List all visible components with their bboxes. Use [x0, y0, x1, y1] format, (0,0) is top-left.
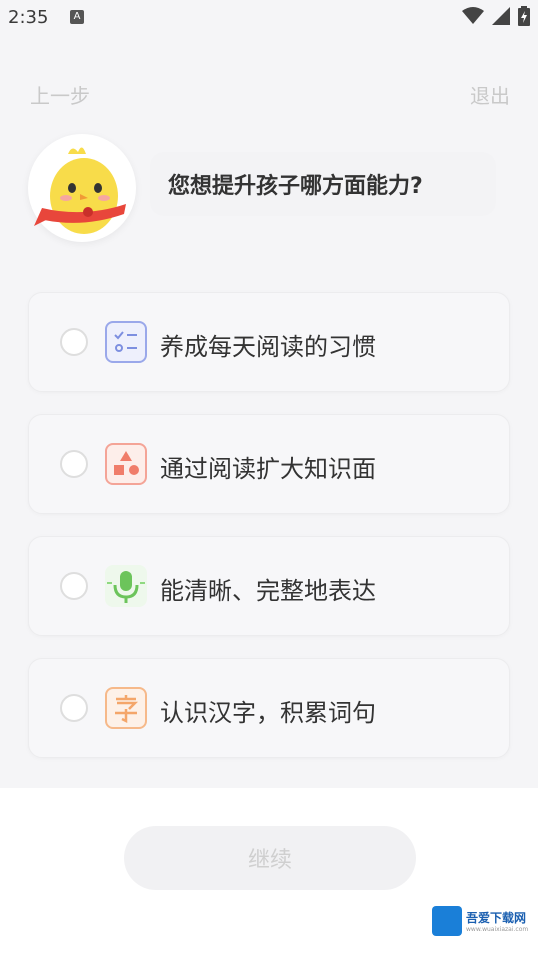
option-label: 通过阅读扩大知识面 [160, 455, 376, 483]
options-list: 养成每天阅读的习惯 通过阅读扩大知识面 能清晰、完整地表达 认识汉字，积累词句 [28, 292, 510, 780]
option-reading-habit[interactable]: 养成每天阅读的习惯 [28, 292, 510, 392]
wifi-icon [462, 7, 484, 24]
option-label: 能清晰、完整地表达 [160, 577, 376, 605]
notification-icon: A [70, 10, 84, 24]
watermark: 吾爱下载网 www.wuaixiazai.com [432, 906, 528, 936]
question-text: 您想提升孩子哪方面能力? [168, 174, 423, 199]
option-label: 养成每天阅读的习惯 [160, 333, 376, 361]
chick-mascot-icon [34, 147, 126, 234]
radio-button[interactable] [60, 328, 88, 356]
radio-button[interactable] [60, 450, 88, 478]
microphone-icon [105, 565, 147, 607]
option-characters[interactable]: 认识汉字，积累词句 [28, 658, 510, 758]
radio-button[interactable] [60, 694, 88, 722]
option-knowledge[interactable]: 通过阅读扩大知识面 [28, 414, 510, 514]
character-icon [105, 687, 147, 729]
back-button[interactable]: 上一步 [30, 80, 90, 109]
status-time: 2:35 [8, 7, 49, 28]
shapes-icon [105, 443, 147, 485]
signal-icon [492, 7, 510, 25]
status-bar: 2:35 A [0, 0, 538, 36]
checklist-icon [105, 321, 147, 363]
mascot-avatar [28, 134, 136, 242]
radio-button[interactable] [60, 572, 88, 600]
battery-icon [518, 6, 530, 26]
status-indicators [462, 6, 530, 26]
continue-button[interactable]: 继续 [124, 826, 416, 890]
watermark-text: 吾爱下载网 [466, 911, 527, 925]
option-expression[interactable]: 能清晰、完整地表达 [28, 536, 510, 636]
watermark-logo-icon [432, 906, 462, 936]
exit-button[interactable]: 退出 [470, 80, 510, 109]
watermark-subtext: www.wuaixiazai.com [466, 926, 529, 933]
option-label: 认识汉字，积累词句 [160, 699, 376, 727]
